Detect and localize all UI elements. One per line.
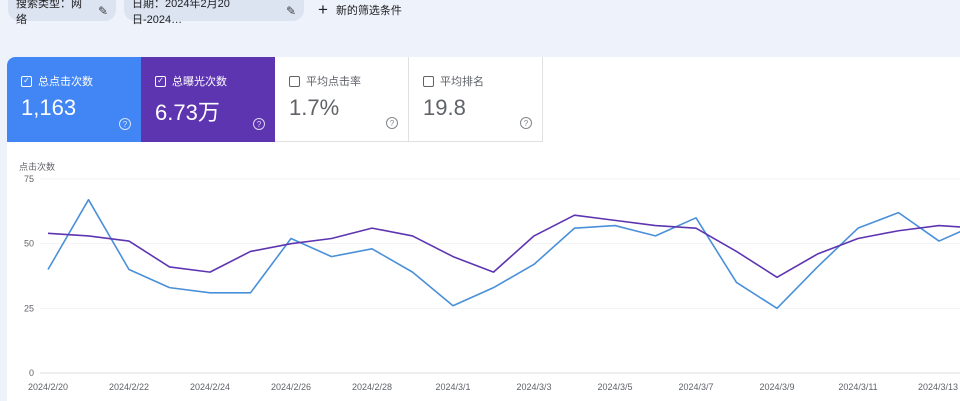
x-tick-label: 2024/3/5	[597, 382, 632, 392]
y-tick-label: 75	[24, 174, 34, 184]
y-tick-label: 25	[24, 303, 34, 313]
series-lines	[47, 198, 960, 310]
x-tick-label: 2024/3/1	[435, 382, 470, 392]
grid	[40, 178, 960, 374]
clicks-series-line	[47, 198, 960, 310]
y-tick-label: 50	[24, 239, 34, 249]
y-tick-labels: 0 25 50 75	[24, 174, 34, 378]
x-tick-labels: 2024/2/20 2024/2/22 2024/2/24 2024/2/26 2024…	[28, 382, 958, 392]
impressions-series-line	[47, 214, 960, 279]
x-tick-label: 2024/3/3	[516, 382, 551, 392]
x-tick-label: 2024/2/26	[271, 382, 311, 392]
x-tick-label: 2024/3/7	[678, 382, 713, 392]
x-tick-label: 2024/3/11	[838, 382, 877, 392]
x-tick-label: 2024/3/13	[918, 382, 958, 392]
clicks-impressions-line-chart: 点击次数 0 25 50 75 2024/2/20 2024/2/22 2024/2/24…	[19, 161, 960, 392]
y-axis-title: 点击次数	[19, 161, 55, 172]
x-tick-label: 2024/2/20	[28, 382, 68, 392]
x-tick-label: 2024/2/24	[190, 382, 230, 392]
x-tick-label: 2024/3/9	[759, 382, 794, 392]
x-tick-label: 2024/2/28	[352, 382, 392, 392]
x-tick-label: 2024/2/22	[109, 382, 149, 392]
y-tick-label: 0	[29, 368, 34, 378]
